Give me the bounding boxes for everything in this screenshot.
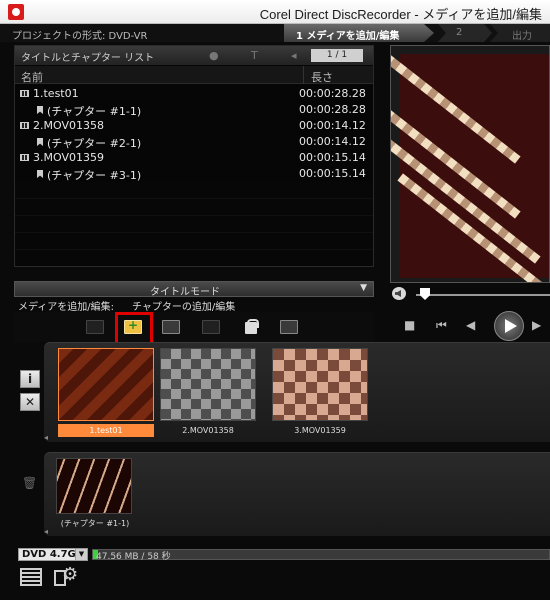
highlight-box — [115, 312, 153, 345]
step-navigation: 1 メディアを追加/編集 2 出力 — [284, 24, 550, 42]
chevron-down-icon: ▼ — [75, 549, 87, 560]
scroll-left-icon[interactable]: ◂ — [44, 433, 48, 442]
column-header: 名前 長さ — [15, 66, 373, 84]
scroll-left-icon[interactable]: ◂ — [44, 527, 48, 536]
row-name: (チャプター #3-1) — [47, 169, 142, 182]
step-output[interactable]: 出力 — [490, 24, 550, 42]
seek-bar[interactable] — [390, 287, 550, 301]
thumbnail-label: 1.test01 — [58, 424, 154, 437]
film-icon — [20, 122, 29, 129]
list-title: タイトルとチャプター リスト — [21, 53, 155, 64]
chapter-flag-icon — [37, 170, 43, 178]
film-icon — [20, 154, 29, 161]
row-duration: 00:00:15.14 — [299, 167, 366, 180]
seek-track[interactable] — [416, 294, 550, 296]
step-forward-icon[interactable]: ▶ — [532, 318, 541, 332]
row-duration: 00:00:28.28 — [299, 87, 366, 100]
window-title-bar: Corel Direct DiscRecorder - メディアを追加/編集 — [0, 0, 550, 24]
seek-handle[interactable] — [420, 288, 430, 300]
chapter-thumbnail[interactable]: (チャプター #1-1) — [56, 458, 132, 532]
title-thumbnail[interactable]: 2.MOV01358 — [160, 348, 256, 440]
chapter-edit-icon[interactable] — [160, 318, 182, 336]
prev-chapter-icon[interactable]: ⏮ — [436, 318, 447, 333]
page-prev-icon[interactable]: ◂ — [291, 49, 297, 62]
title-thumbnail[interactable]: 3.MOV01359 — [272, 348, 368, 440]
row-name: 2.MOV01358 — [33, 119, 104, 132]
list-header: タイトルとチャプター リスト ● T ◂ 1 / 1 — [15, 46, 373, 65]
step-add-edit-media[interactable]: 1 メディアを追加/編集 — [284, 24, 434, 42]
lock-icon[interactable] — [240, 318, 262, 336]
titles-strip: 1.test01 2.MOV01358 3.MOV01359 ◂ — [44, 342, 550, 442]
list-row-title[interactable]: 1.test01 00:00:28.28 — [15, 86, 373, 102]
title-thumbnail[interactable]: 1.test01 — [58, 348, 154, 440]
list-row-title[interactable]: 3.MOV01359 00:00:15.14 — [15, 150, 373, 166]
row-duration: 00:00:28.28 — [299, 103, 366, 116]
app-icon — [8, 4, 24, 20]
disc-usage-text: 47.56 MB / 58 秒 — [96, 552, 171, 562]
list-row-title[interactable]: 2.MOV01358 00:00:14.12 — [15, 118, 373, 134]
column-separator[interactable] — [303, 66, 304, 84]
thumbnail-image — [272, 348, 368, 421]
title-mode-dropdown[interactable]: タイトルモード ▼ — [14, 281, 374, 298]
chapter-flag-icon — [37, 138, 43, 146]
trash-icon[interactable]: 🗑 — [22, 476, 37, 490]
row-duration: 00:00:14.12 — [299, 135, 366, 148]
bottom-toolbar — [0, 562, 550, 600]
thumbnail-image — [160, 348, 256, 421]
thumbnail-label: 2.MOV01358 — [182, 426, 234, 435]
add-video-icon[interactable] — [84, 318, 106, 336]
column-length[interactable]: 長さ — [311, 69, 333, 85]
chevron-down-icon: ▼ — [360, 283, 367, 293]
disc-type-value: DVD 4.7G — [22, 549, 76, 560]
add-media-label: メディアを追加/編集: — [18, 302, 115, 313]
title-chapter-list-panel: タイトルとチャプター リスト ● T ◂ 1 / 1 名前 長さ 1.test0… — [14, 45, 374, 267]
settings-icon[interactable] — [54, 564, 80, 586]
text-icon[interactable]: T — [251, 49, 258, 62]
film-icon — [20, 90, 29, 97]
edit-toolbar — [14, 312, 374, 342]
column-name[interactable]: 名前 — [21, 69, 43, 85]
disc-type-select[interactable]: DVD 4.7G ▼ — [18, 548, 88, 561]
thumbnail-image — [56, 458, 132, 514]
step-back-icon[interactable]: ◀ — [466, 318, 475, 332]
add-chapter-label: チャプターの追加/編集 — [132, 302, 236, 313]
transport-controls: ■ ⏮ ◀ ▶ — [390, 306, 550, 346]
row-name: 1.test01 — [33, 87, 79, 100]
row-duration: 00:00:15.14 — [299, 151, 366, 164]
chapter-flag-icon — [37, 106, 43, 114]
menu-icon[interactable] — [18, 566, 44, 586]
thumbnail-label: (チャプター #1-1) — [60, 519, 130, 528]
empty-list-area — [15, 182, 373, 266]
row-name: (チャプター #1-1) — [47, 105, 142, 118]
list-row-chapter[interactable]: (チャプター #2-1) 00:00:14.12 — [15, 134, 373, 150]
row-name: 3.MOV01359 — [33, 151, 104, 164]
stop-icon[interactable]: ■ — [404, 318, 415, 332]
row-duration: 00:00:14.12 — [299, 119, 366, 132]
window-title: Corel Direct DiscRecorder - メディアを追加/編集 — [259, 7, 542, 22]
list-row-chapter[interactable]: (チャプター #1-1) 00:00:28.28 — [15, 102, 373, 118]
thumbnail-icon[interactable] — [200, 318, 222, 336]
row-name: (チャプター #2-1) — [47, 137, 142, 150]
step-2[interactable]: 2 — [438, 24, 492, 42]
play-button[interactable] — [494, 311, 524, 341]
delete-button[interactable]: ✕ — [20, 393, 40, 411]
chapters-strip: (チャプター #1-1) ◂ — [44, 452, 550, 536]
edit-labels: メディアを追加/編集: チャプターの追加/編集 — [14, 298, 374, 313]
thumbnail-label: 3.MOV01359 — [294, 426, 346, 435]
title-mode-label: タイトルモード — [150, 287, 220, 298]
list-rows: 1.test01 00:00:28.28 (チャプター #1-1) 00:00:… — [15, 86, 373, 182]
thumbnail-image — [58, 348, 154, 421]
search-icon[interactable]: ● — [209, 49, 219, 62]
preview-frame — [391, 46, 549, 282]
multi-chapter-icon[interactable] — [278, 318, 300, 336]
project-format-label: プロジェクトの形式: DVD-VR — [12, 31, 148, 42]
video-preview — [390, 45, 550, 283]
list-row-chapter[interactable]: (チャプター #3-1) 00:00:15.14 — [15, 166, 373, 182]
page-indicator: 1 / 1 — [311, 49, 363, 62]
disc-status-bar: DVD 4.7G ▼ 47.56 MB / 58 秒 — [0, 546, 550, 562]
info-button[interactable]: i — [20, 370, 40, 388]
volume-icon[interactable] — [392, 287, 406, 300]
